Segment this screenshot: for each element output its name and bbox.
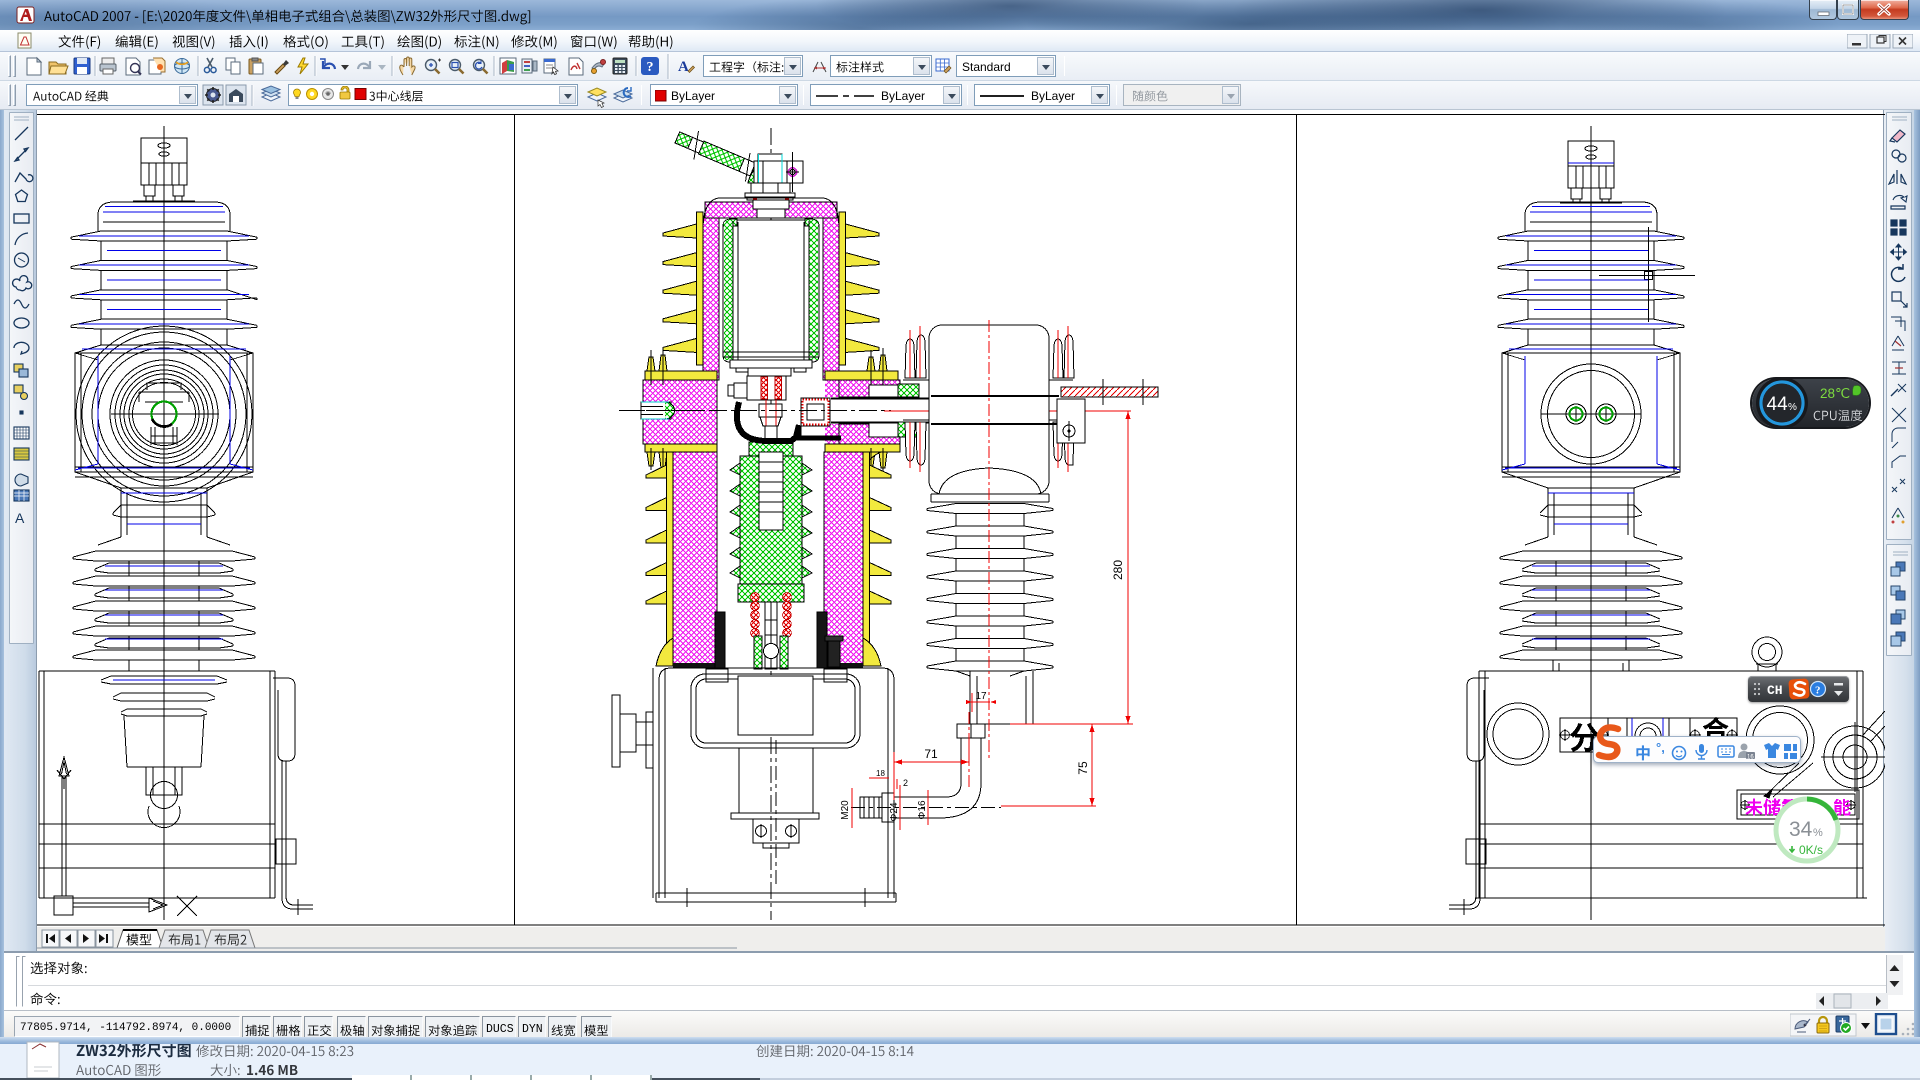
svg-text:28℃: 28℃ xyxy=(1820,386,1850,401)
svg-text:CH: CH xyxy=(1767,683,1783,698)
svg-text:M20: M20 xyxy=(840,800,851,820)
svg-text:%: % xyxy=(1813,827,1823,839)
svg-text:2: 2 xyxy=(903,778,908,788)
svg-text:0K/s: 0K/s xyxy=(1799,843,1823,857)
svg-text:44: 44 xyxy=(1767,394,1789,415)
svg-text:Φ16: Φ16 xyxy=(917,800,928,820)
svg-text:71: 71 xyxy=(924,747,938,761)
svg-text:°,: °, xyxy=(1656,740,1665,755)
svg-text:?: ? xyxy=(647,60,654,75)
svg-text:Φ24: Φ24 xyxy=(889,802,900,822)
svg-text:%: % xyxy=(1788,402,1797,413)
svg-text:75: 75 xyxy=(1076,761,1090,775)
svg-text:280: 280 xyxy=(1111,560,1125,580)
svg-text:A: A xyxy=(678,59,689,75)
svg-text:17: 17 xyxy=(975,691,987,702)
svg-text:34: 34 xyxy=(1789,818,1813,841)
svg-text:16: 16 xyxy=(1747,755,1754,761)
svg-text:A: A xyxy=(15,510,25,526)
svg-text:18: 18 xyxy=(876,769,885,778)
svg-text:?: ? xyxy=(1815,685,1821,697)
